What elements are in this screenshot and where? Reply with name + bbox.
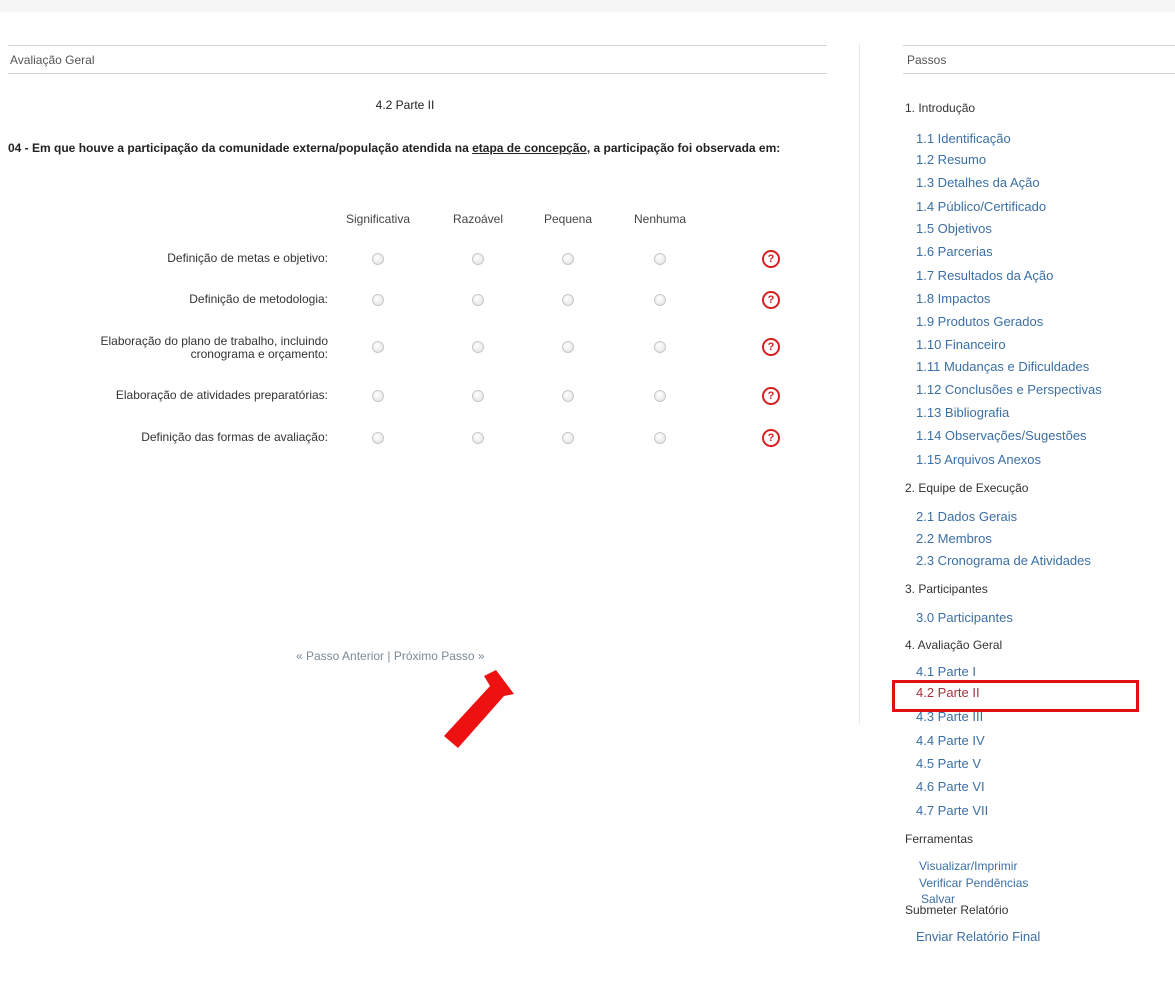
previous-step-link[interactable]: « Passo Anterior: [296, 649, 384, 663]
radio-row5-razoavel[interactable]: [472, 432, 484, 444]
sidebar-item-1-10[interactable]: 1.10 Financeiro: [916, 337, 1006, 352]
sidebar-item-1-9[interactable]: 1.9 Produtos Gerados: [916, 314, 1043, 329]
row-label-avaliacao: Definição das formas de avaliação:: [141, 431, 328, 444]
radio-row5-pequena[interactable]: [562, 432, 574, 444]
help-icon[interactable]: ?: [762, 291, 780, 309]
sidebar-item-1-7[interactable]: 1.7 Resultados da Ação: [916, 268, 1053, 283]
sidebar-item-1-11[interactable]: 1.11 Mudanças e Dificuldades: [916, 359, 1089, 374]
help-icon[interactable]: ?: [762, 387, 780, 405]
row-label-line: Definição das formas de avaliação:: [141, 430, 328, 444]
radio-row3-nenhuma[interactable]: [654, 341, 666, 353]
tool-salvar[interactable]: Salvar: [921, 892, 955, 906]
question-text: 04 - Em que houve a participação da comu…: [8, 142, 798, 155]
sidebar-item-1-8[interactable]: 1.8 Impactos: [916, 291, 990, 306]
sidebar-item-1-14[interactable]: 1.14 Observações/Sugestões: [916, 428, 1087, 443]
sidebar-item-1-13[interactable]: 1.13 Bibliografia: [916, 405, 1009, 420]
section-header: Avaliação Geral: [8, 45, 827, 74]
row-label-atividades: Elaboração de atividades preparatórias:: [116, 389, 328, 402]
sidebar-item-4-5[interactable]: 4.5 Parte V: [916, 756, 981, 771]
radio-row2-pequena[interactable]: [562, 294, 574, 306]
help-icon[interactable]: ?: [762, 338, 780, 356]
question-suffix: , a participação foi observada em:: [586, 141, 781, 155]
column-header-nenhuma: Nenhuma: [633, 212, 687, 226]
panel-divider: [859, 44, 860, 724]
current-step-highlight: [892, 680, 1139, 712]
tool-visualizar[interactable]: Visualizar/Imprimir: [919, 859, 1017, 873]
radio-row3-significativa[interactable]: [372, 341, 384, 353]
sidebar-item-1-6[interactable]: 1.6 Parcerias: [916, 244, 993, 259]
sidebar-item-2-1[interactable]: 2.1 Dados Gerais: [916, 509, 1017, 524]
row-label-line: Definição de metas e objetivo:: [167, 251, 328, 265]
radio-row5-nenhuma[interactable]: [654, 432, 666, 444]
radio-row3-razoavel[interactable]: [472, 341, 484, 353]
row-label-line: Definição de metodologia:: [189, 292, 328, 306]
question-prefix: 04 - Em que houve a participação da comu…: [8, 141, 473, 155]
sidebar-item-1-4[interactable]: 1.4 Público/Certificado: [916, 199, 1046, 214]
radio-row1-significativa[interactable]: [372, 253, 384, 265]
sidebar-item-1-12[interactable]: 1.12 Conclusões e Perspectivas: [916, 382, 1102, 397]
sidebar-item-4-6[interactable]: 4.6 Parte VI: [916, 779, 985, 794]
radio-row2-significativa[interactable]: [372, 294, 384, 306]
sidebar-item-1-3[interactable]: 1.3 Detalhes da Ação: [916, 175, 1040, 190]
sidebar-item-1-15[interactable]: 1.15 Arquivos Anexos: [916, 452, 1041, 467]
radio-row2-nenhuma[interactable]: [654, 294, 666, 306]
row-label-metas: Definição de metas e objetivo:: [167, 252, 328, 265]
sidebar-item-enviar-relatorio[interactable]: Enviar Relatório Final: [916, 929, 1040, 944]
main-panel: Avaliação Geral 4.2 Parte II 04 - Em que…: [0, 0, 840, 1000]
radio-row1-pequena[interactable]: [562, 253, 574, 265]
sidebar-item-3-0[interactable]: 3.0 Participantes: [916, 610, 1013, 625]
step-title: 4.2 Parte II: [375, 98, 435, 112]
sidebar-header: Passos: [903, 45, 1175, 74]
sidebar-section-ferramentas: Ferramentas: [905, 832, 974, 846]
sidebar-item-1-1[interactable]: 1.1 Identificação: [916, 131, 1011, 146]
radio-row4-significativa[interactable]: [372, 390, 384, 402]
radio-row1-razoavel[interactable]: [472, 253, 484, 265]
row-label-metodologia: Definição de metodologia:: [189, 293, 328, 306]
sidebar-item-4-7[interactable]: 4.7 Parte VII: [916, 803, 988, 818]
column-header-significativa: Significativa: [345, 212, 411, 226]
sidebar-item-2-3[interactable]: 2.3 Cronograma de Atividades: [916, 553, 1091, 568]
sidebar-item-4-4[interactable]: 4.4 Parte IV: [916, 733, 985, 748]
radio-row5-significativa[interactable]: [372, 432, 384, 444]
radio-row1-nenhuma[interactable]: [654, 253, 666, 265]
question-underlined: etapa de concepção: [472, 141, 587, 155]
column-header-razoavel: Razoável: [452, 212, 504, 226]
help-icon[interactable]: ?: [762, 429, 780, 447]
sidebar-item-1-2[interactable]: 1.2 Resumo: [916, 152, 986, 167]
row-label-line: Elaboração de atividades preparatórias:: [115, 388, 328, 402]
sidebar-section-introducao: 1. Introdução: [905, 101, 976, 115]
radio-row2-razoavel[interactable]: [472, 294, 484, 306]
sidebar-item-2-2[interactable]: 2.2 Membros: [916, 531, 992, 546]
radio-row4-pequena[interactable]: [562, 390, 574, 402]
help-icon[interactable]: ?: [762, 250, 780, 268]
row-label-line: cronograma e orçamento:: [190, 347, 328, 361]
radio-row4-nenhuma[interactable]: [654, 390, 666, 402]
sidebar-section-avaliacao: 4. Avaliação Geral: [905, 638, 1003, 652]
sidebar-section-participantes: 3. Participantes: [905, 582, 988, 596]
radio-row4-razoavel[interactable]: [472, 390, 484, 402]
red-arrow-icon: [444, 670, 514, 748]
sidebar-item-1-5[interactable]: 1.5 Objetivos: [916, 221, 992, 236]
sidebar-item-4-1[interactable]: 4.1 Parte I: [916, 664, 976, 679]
radio-row3-pequena[interactable]: [562, 341, 574, 353]
next-step-link[interactable]: Próximo Passo »: [394, 649, 485, 663]
column-header-pequena: Pequena: [543, 212, 593, 226]
nav-separator: |: [384, 649, 394, 663]
tool-verificar[interactable]: Verificar Pendências: [919, 876, 1028, 890]
sidebar-section-equipe: 2. Equipe de Execução: [905, 481, 1029, 495]
step-navigation: « Passo Anterior | Próximo Passo »: [296, 649, 485, 663]
row-label-plano: Elaboração do plano de trabalho, incluin…: [100, 335, 328, 361]
